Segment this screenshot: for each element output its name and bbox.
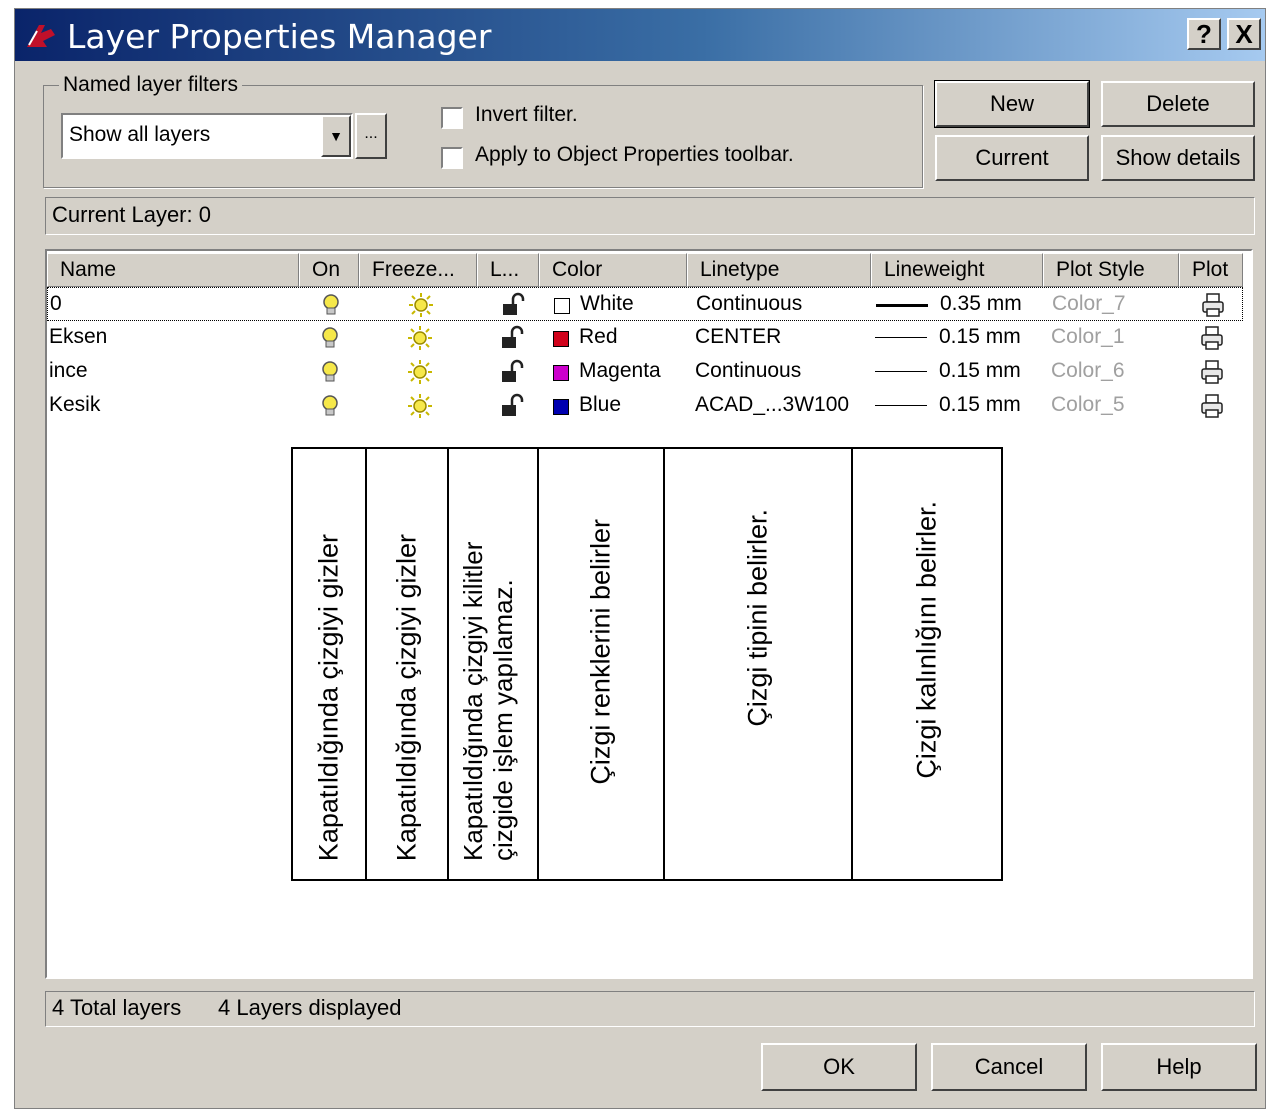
color-name[interactable]: White: [580, 288, 634, 322]
plot-style[interactable]: Color_1: [1051, 321, 1125, 355]
layer-row[interactable]: 0 White Continuous 0.35 mm Color_7: [47, 287, 1243, 321]
color-name[interactable]: Magenta: [579, 355, 661, 389]
layer-properties-dialog: Layer Properties Manager ? X Named layer…: [14, 8, 1266, 1109]
sun-icon[interactable]: [407, 325, 433, 351]
sun-icon[interactable]: [408, 292, 434, 318]
unlocked-padlock-icon[interactable]: [500, 292, 526, 318]
printer-icon[interactable]: [1199, 393, 1225, 419]
annotation-on: Kapatıldığında çizgiyi gizler: [293, 449, 367, 879]
color-swatch[interactable]: [553, 331, 569, 347]
layer-name[interactable]: Eksen: [49, 321, 107, 355]
column-header-on[interactable]: On: [299, 253, 359, 287]
linetype[interactable]: CENTER: [695, 321, 781, 355]
displayed-layers-text: 4 Layers displayed: [218, 995, 402, 1020]
color-name[interactable]: Blue: [579, 389, 621, 423]
lineweight-sample: [875, 337, 927, 338]
layer-filter-value: Show all layers: [69, 123, 211, 146]
total-layers-text: 4 Total layers: [52, 995, 182, 1020]
layer-row[interactable]: Eksen Red CENTER 0.15 mm Color_1: [47, 321, 1243, 355]
lineweight[interactable]: 0.15 mm: [939, 355, 1021, 389]
annotation-lock-text: Kapatıldığında çizgiyi kilitler çizgide …: [458, 541, 518, 861]
layer-name[interactable]: Kesik: [49, 389, 100, 423]
apply-toolbar-checkbox[interactable]: [441, 147, 463, 169]
unlocked-padlock-icon[interactable]: [499, 325, 525, 351]
column-header-plot[interactable]: Plot: [1179, 253, 1243, 287]
column-header-freeze[interactable]: Freeze...: [359, 253, 477, 287]
annotation-color-text: Çizgi renklerini belirler: [585, 519, 616, 785]
invert-filter-label: Invert filter.: [475, 103, 578, 126]
printer-icon[interactable]: [1199, 325, 1225, 351]
lineweight-sample: [875, 371, 927, 372]
lightbulb-icon[interactable]: [318, 292, 344, 318]
linetype[interactable]: ACAD_...3W100: [695, 389, 849, 423]
annotation-table: Kapatıldığında çizgiyi gizler Kapatıldığ…: [291, 447, 1003, 881]
plot-style[interactable]: Color_5: [1051, 389, 1125, 423]
ok-button[interactable]: OK: [761, 1043, 917, 1091]
layer-filter-dropdown[interactable]: Show all layers ▼: [61, 113, 353, 159]
sun-icon[interactable]: [407, 393, 433, 419]
color-swatch[interactable]: [553, 399, 569, 415]
help-button[interactable]: Help: [1101, 1043, 1257, 1091]
lightbulb-icon[interactable]: [317, 359, 343, 385]
plot-style[interactable]: Color_6: [1051, 355, 1125, 389]
linetype[interactable]: Continuous: [695, 355, 801, 389]
layer-row[interactable]: Kesik Blue ACAD_...3W100 0.15 mm Color_5: [47, 389, 1243, 423]
annotation-linetype: Çizgi tipini belirler.: [665, 449, 853, 879]
cancel-button[interactable]: Cancel: [931, 1043, 1087, 1091]
named-layer-filters-label: Named layer filters: [59, 73, 243, 97]
status-bar: 4 Total layers 4 Layers displayed: [45, 991, 1255, 1027]
annotation-lock: Kapatıldığında çizgiyi kilitler çizgide …: [449, 449, 539, 879]
lineweight-sample: [875, 405, 927, 406]
layer-row[interactable]: ince Magenta Continuous 0.15 mm Color_6: [47, 355, 1243, 389]
apply-toolbar-label: Apply to Object Properties toolbar.: [475, 143, 794, 166]
column-header-name[interactable]: Name: [47, 253, 299, 287]
filter-browse-button[interactable]: ...: [355, 113, 387, 159]
autocad-app-icon: [27, 25, 55, 47]
annotation-color: Çizgi renklerini belirler: [539, 449, 665, 879]
unlocked-padlock-icon[interactable]: [499, 393, 525, 419]
lineweight[interactable]: 0.35 mm: [940, 288, 1022, 322]
layer-name[interactable]: ince: [49, 355, 88, 389]
printer-icon[interactable]: [1199, 359, 1225, 385]
lightbulb-icon[interactable]: [317, 393, 343, 419]
color-swatch[interactable]: [553, 365, 569, 381]
color-swatch[interactable]: [554, 298, 570, 314]
annotation-freeze-text: Kapatıldığında çizgiyi gizler: [391, 533, 422, 861]
new-button[interactable]: New: [934, 80, 1090, 128]
unlocked-padlock-icon[interactable]: [499, 359, 525, 385]
lineweight[interactable]: 0.15 mm: [939, 321, 1021, 355]
window-title: Layer Properties Manager: [67, 17, 492, 56]
current-button[interactable]: Current: [935, 135, 1089, 181]
annotation-on-text: Kapatıldığında çizgiyi gizler: [313, 533, 344, 861]
column-header-linetype[interactable]: Linetype: [687, 253, 871, 287]
annotation-linetype-text: Çizgi tipini belirler.: [742, 509, 773, 727]
sun-icon[interactable]: [407, 359, 433, 385]
linetype[interactable]: Continuous: [696, 288, 802, 322]
chevron-down-icon[interactable]: ▼: [321, 115, 351, 157]
annotation-lineweight: Çizgi kalınlığını belirler.: [853, 449, 1001, 879]
close-button[interactable]: X: [1227, 18, 1261, 50]
column-header-lock[interactable]: L...: [477, 253, 539, 287]
layer-name[interactable]: 0: [50, 288, 62, 322]
lineweight[interactable]: 0.15 mm: [939, 389, 1021, 423]
column-header-plot-style[interactable]: Plot Style: [1043, 253, 1179, 287]
color-name[interactable]: Red: [579, 321, 618, 355]
show-details-button[interactable]: Show details: [1101, 135, 1255, 181]
plot-style[interactable]: Color_7: [1052, 288, 1126, 322]
help-title-button[interactable]: ?: [1187, 18, 1221, 50]
lineweight-sample: [876, 304, 928, 307]
annotation-freeze: Kapatıldığında çizgiyi gizler: [367, 449, 449, 879]
delete-button[interactable]: Delete: [1101, 81, 1255, 127]
invert-filter-checkbox[interactable]: [441, 107, 463, 129]
printer-icon[interactable]: [1200, 292, 1226, 318]
annotation-lineweight-text: Çizgi kalınlığını belirler.: [911, 501, 942, 779]
title-bar[interactable]: Layer Properties Manager ? X: [15, 9, 1265, 61]
column-header-lineweight[interactable]: Lineweight: [871, 253, 1043, 287]
column-header-color[interactable]: Color: [539, 253, 687, 287]
current-layer-field: Current Layer: 0: [45, 197, 1255, 235]
lightbulb-icon[interactable]: [317, 325, 343, 351]
